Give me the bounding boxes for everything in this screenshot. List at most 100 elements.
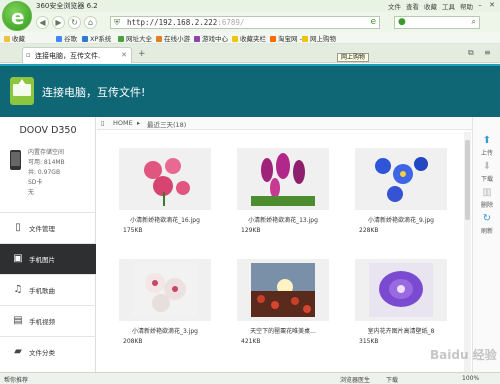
image-icon: ▣ xyxy=(13,253,23,264)
link-icon xyxy=(118,36,124,42)
refresh-button[interactable]: ↻ 刷新 xyxy=(473,213,500,235)
photo-card[interactable]: 室内花卉图片高清壁纸_8 315KB xyxy=(355,259,447,355)
close-icon[interactable]: ✕ xyxy=(487,1,497,10)
game-icon xyxy=(156,36,162,42)
storage-available: 可用: 814MB xyxy=(28,159,65,166)
photo-card[interactable]: 天空下的罂粟花唯美桌... 421KB xyxy=(237,259,329,355)
status-bar: 帮你推荐 浏览器医生 下载 100% xyxy=(0,372,500,384)
tab-close-icon[interactable]: ✕ xyxy=(121,51,127,59)
tab-label: 连接电脑，互传文件. xyxy=(35,52,101,60)
home-icon[interactable]: ⌂ xyxy=(84,16,97,29)
photo-thumbnail[interactable] xyxy=(237,148,329,210)
search-input[interactable]: ● ⌕ xyxy=(394,16,480,29)
tab-active[interactable]: ▫ 连接电脑，互传文件. ✕ xyxy=(22,47,132,63)
photo-filename: 小清新娇艳欲滴花_3.jpg xyxy=(131,328,198,335)
engine-icon[interactable]: e xyxy=(370,17,376,27)
photo-filename: 室内花卉图片高清壁纸_8 xyxy=(367,328,435,335)
menu-tools[interactable]: 工具 xyxy=(442,1,455,11)
tab-bar: ▫ 连接电脑，互传文件. ✕ + ⧉ ≡ xyxy=(0,44,500,63)
video-icon: ▤ xyxy=(13,315,23,326)
photo-card[interactable]: 小清新娇艳欲滴花_9.jpg 228KB xyxy=(355,148,447,244)
fav-folder[interactable]: 收藏夹栏 xyxy=(232,33,266,43)
photo-filename: 小清新娇艳欲滴花_13.jpg xyxy=(248,217,318,224)
storage-label: 内置存储空间 xyxy=(28,149,65,156)
fav-xp[interactable]: XP系统 xyxy=(82,33,111,43)
google-icon xyxy=(56,36,62,42)
browser-doctor[interactable]: 浏览器医生 xyxy=(340,375,370,384)
storage-info: 内置存储空间 可用: 814MB 共: 0.97GB SD卡 无 xyxy=(28,148,65,198)
new-tab-icon[interactable]: + xyxy=(138,49,146,59)
shield-icon: ⛨ xyxy=(114,18,120,27)
search-engine-icon: ● xyxy=(398,17,406,27)
breadcrumb-home[interactable]: HOME xyxy=(113,119,133,127)
breadcrumb-separator: ▸ xyxy=(137,119,141,127)
fav-google[interactable]: 谷歌 xyxy=(56,33,77,43)
fav-game-center[interactable]: 游戏中心 xyxy=(194,33,228,43)
fav-hao123[interactable]: 网址大全 xyxy=(118,33,152,43)
gamepad-icon xyxy=(194,36,200,42)
watermark: Baidu 经验 xyxy=(430,348,497,362)
sidebar: DOOV D350 内置存储空间 可用: 814MB 共: 0.97GB SD卡… xyxy=(0,117,96,372)
fav-shopping[interactable]: 网上购物 xyxy=(302,33,336,43)
download-manager[interactable]: 下载 xyxy=(386,375,398,384)
search-icon[interactable]: ⌕ xyxy=(472,17,476,27)
menu-help[interactable]: 帮助 xyxy=(460,1,473,11)
menu-favorites[interactable]: 收藏 xyxy=(424,1,437,11)
minimize-icon[interactable]: – xyxy=(475,1,485,10)
restore-tab-icon[interactable]: ⧉ xyxy=(468,48,474,58)
refresh-icon[interactable]: ↻ xyxy=(68,16,81,29)
photo-thumbnail[interactable] xyxy=(355,259,447,321)
device-name: DOOV D350 xyxy=(19,125,77,136)
sidebar-item-videos[interactable]: ▤ 手机视频 xyxy=(0,305,96,336)
photo-card[interactable]: 小清新娇艳欲滴花_13.jpg 129KB xyxy=(237,148,329,244)
xp-icon xyxy=(82,36,88,42)
photo-thumbnail[interactable] xyxy=(355,148,447,210)
favorites-bar: 收藏 谷歌 XP系统 网址大全 在线小游 游戏中心 收藏夹栏 淘宝网 - 网上购… xyxy=(0,32,500,44)
photo-size: 129KB xyxy=(241,227,261,234)
download-icon: ⬇ xyxy=(482,161,492,172)
photo-filename: 小清新娇艳欲滴花_9.jpg xyxy=(367,217,434,224)
photo-filename: 小清新娇艳欲滴花_16.jpg xyxy=(130,217,200,224)
menu-file[interactable]: 文件 xyxy=(388,1,401,11)
photo-size: 175KB xyxy=(123,227,143,234)
photo-thumbnail[interactable] xyxy=(119,148,211,210)
fav-mini-games[interactable]: 在线小游 xyxy=(156,33,190,43)
upload-button[interactable]: ⬆ 上传 xyxy=(473,135,500,157)
fav-taobao[interactable]: 淘宝网 - xyxy=(270,33,302,43)
forward-icon[interactable]: ▶ xyxy=(52,16,65,29)
photo-thumbnail[interactable] xyxy=(119,259,211,321)
photo-card[interactable]: 小清新娇艳欲滴花_16.jpg 175KB xyxy=(119,148,211,244)
sidebar-item-music[interactable]: ♫ 手机歌曲 xyxy=(0,274,96,305)
download-button[interactable]: ⬇ 下载 xyxy=(473,161,500,183)
photo-size: 228KB xyxy=(359,227,379,234)
sidebar-item-file-manager[interactable]: ▯ 文件管理 xyxy=(0,212,96,243)
folder-icon xyxy=(302,36,308,42)
refresh-icon: ↻ xyxy=(482,213,492,224)
upload-icon: ⬆ xyxy=(482,135,492,146)
folder-icon: ▰ xyxy=(14,346,22,357)
sidebar-item-photos[interactable]: ▣ 手机图片 xyxy=(0,243,96,274)
phone-icon xyxy=(10,150,21,170)
folder-icon xyxy=(232,36,238,42)
sidebar-item-categories[interactable]: ▰ 文件分类 xyxy=(0,336,96,367)
photo-size: 421KB xyxy=(241,338,261,345)
scrollbar[interactable] xyxy=(464,132,471,372)
status-recommend[interactable]: 帮你推荐 xyxy=(4,375,28,384)
star-icon xyxy=(4,36,10,42)
photo-content: ▯ HOME ▸ 最近三天(18) 小清新娇艳欲滴花_16.jpg 175KB … xyxy=(97,117,472,372)
tab-menu-icon[interactable]: ≡ xyxy=(484,48,491,57)
photo-filename: 天空下的罂粟花唯美桌... xyxy=(250,328,316,335)
delete-button[interactable]: ▥ 删除 xyxy=(473,187,500,209)
page-icon: ▫ xyxy=(26,51,31,59)
photo-card[interactable]: 小清新娇艳欲滴花_3.jpg 208KB xyxy=(119,259,211,355)
list-view-icon[interactable]: ▯ xyxy=(101,119,105,127)
photo-thumbnail[interactable] xyxy=(237,259,329,321)
breadcrumb: ▯ HOME ▸ 最近三天(18) xyxy=(97,117,472,130)
zoom-level[interactable]: 100% xyxy=(462,375,479,382)
favorites-menu[interactable]: 收藏 xyxy=(4,33,25,43)
menu-view[interactable]: 查看 xyxy=(406,1,419,11)
title-bar: 360安全浏览器 6.2 文件 查看 收藏 工具 帮助 – ✕ xyxy=(0,0,500,12)
back-icon[interactable]: ◀ xyxy=(36,16,49,29)
address-bar[interactable]: ⛨ http://192.168.2.222:6789/ e xyxy=(110,16,380,29)
scroll-thumb[interactable] xyxy=(465,140,470,220)
